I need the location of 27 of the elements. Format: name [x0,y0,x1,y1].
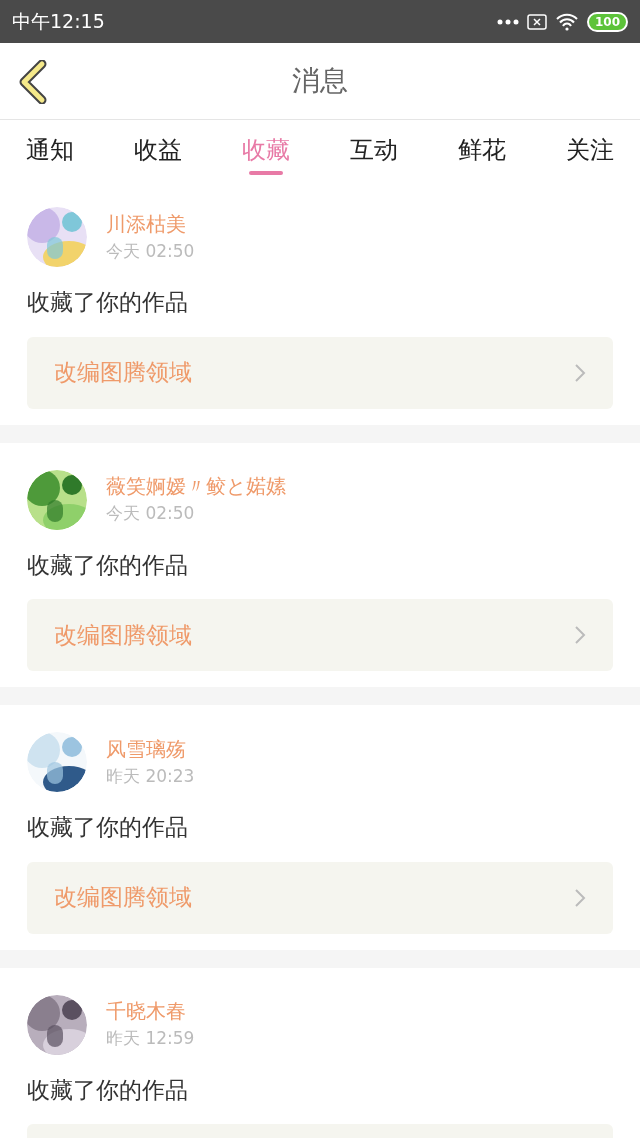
tab[interactable]: 鲜花 [446,120,518,180]
status-time: 中午12:15 [12,9,105,35]
user-name[interactable]: 千晓木春 [106,999,195,1025]
message-text: 收藏了你的作品 [27,288,189,317]
message-time: 今天 02:50 [106,240,195,263]
tab[interactable]: 关注 [554,120,626,180]
message-text: 收藏了你的作品 [27,1075,189,1105]
user-name[interactable]: 薇笑婀嫒〃鲛と婼嫊 [106,474,286,500]
work-link[interactable]: 改编图腾领域 [27,861,613,934]
page-title: 消息 [292,63,348,99]
work-link[interactable]: 改编图腾领域 [27,599,613,671]
tab[interactable]: 通知 [14,120,86,180]
work-title: 改编图腾领域 [54,358,192,388]
work-title: 改编图腾领域 [54,883,192,913]
message-text: 收藏了你的作品 [27,550,189,580]
message-time: 今天 02:50 [106,503,196,525]
tab[interactable]: 收藏 [230,120,302,180]
work-title: 改编图腾领域 [54,620,192,650]
tab[interactable]: 互动 [338,120,410,180]
message-time: 昨天 20:23 [106,765,195,788]
tab[interactable]: 收益 [122,120,194,180]
battery-indicator: 100 [586,11,628,32]
message-text: 收藏了你的作品 [27,813,189,842]
user-name[interactable]: 川添枯美 [106,211,195,237]
message-time: 昨天 12:59 [106,1028,195,1050]
work-link[interactable]: 改编图腾领域 [27,336,613,409]
user-name[interactable]: 风雪璃殇 [106,736,195,762]
